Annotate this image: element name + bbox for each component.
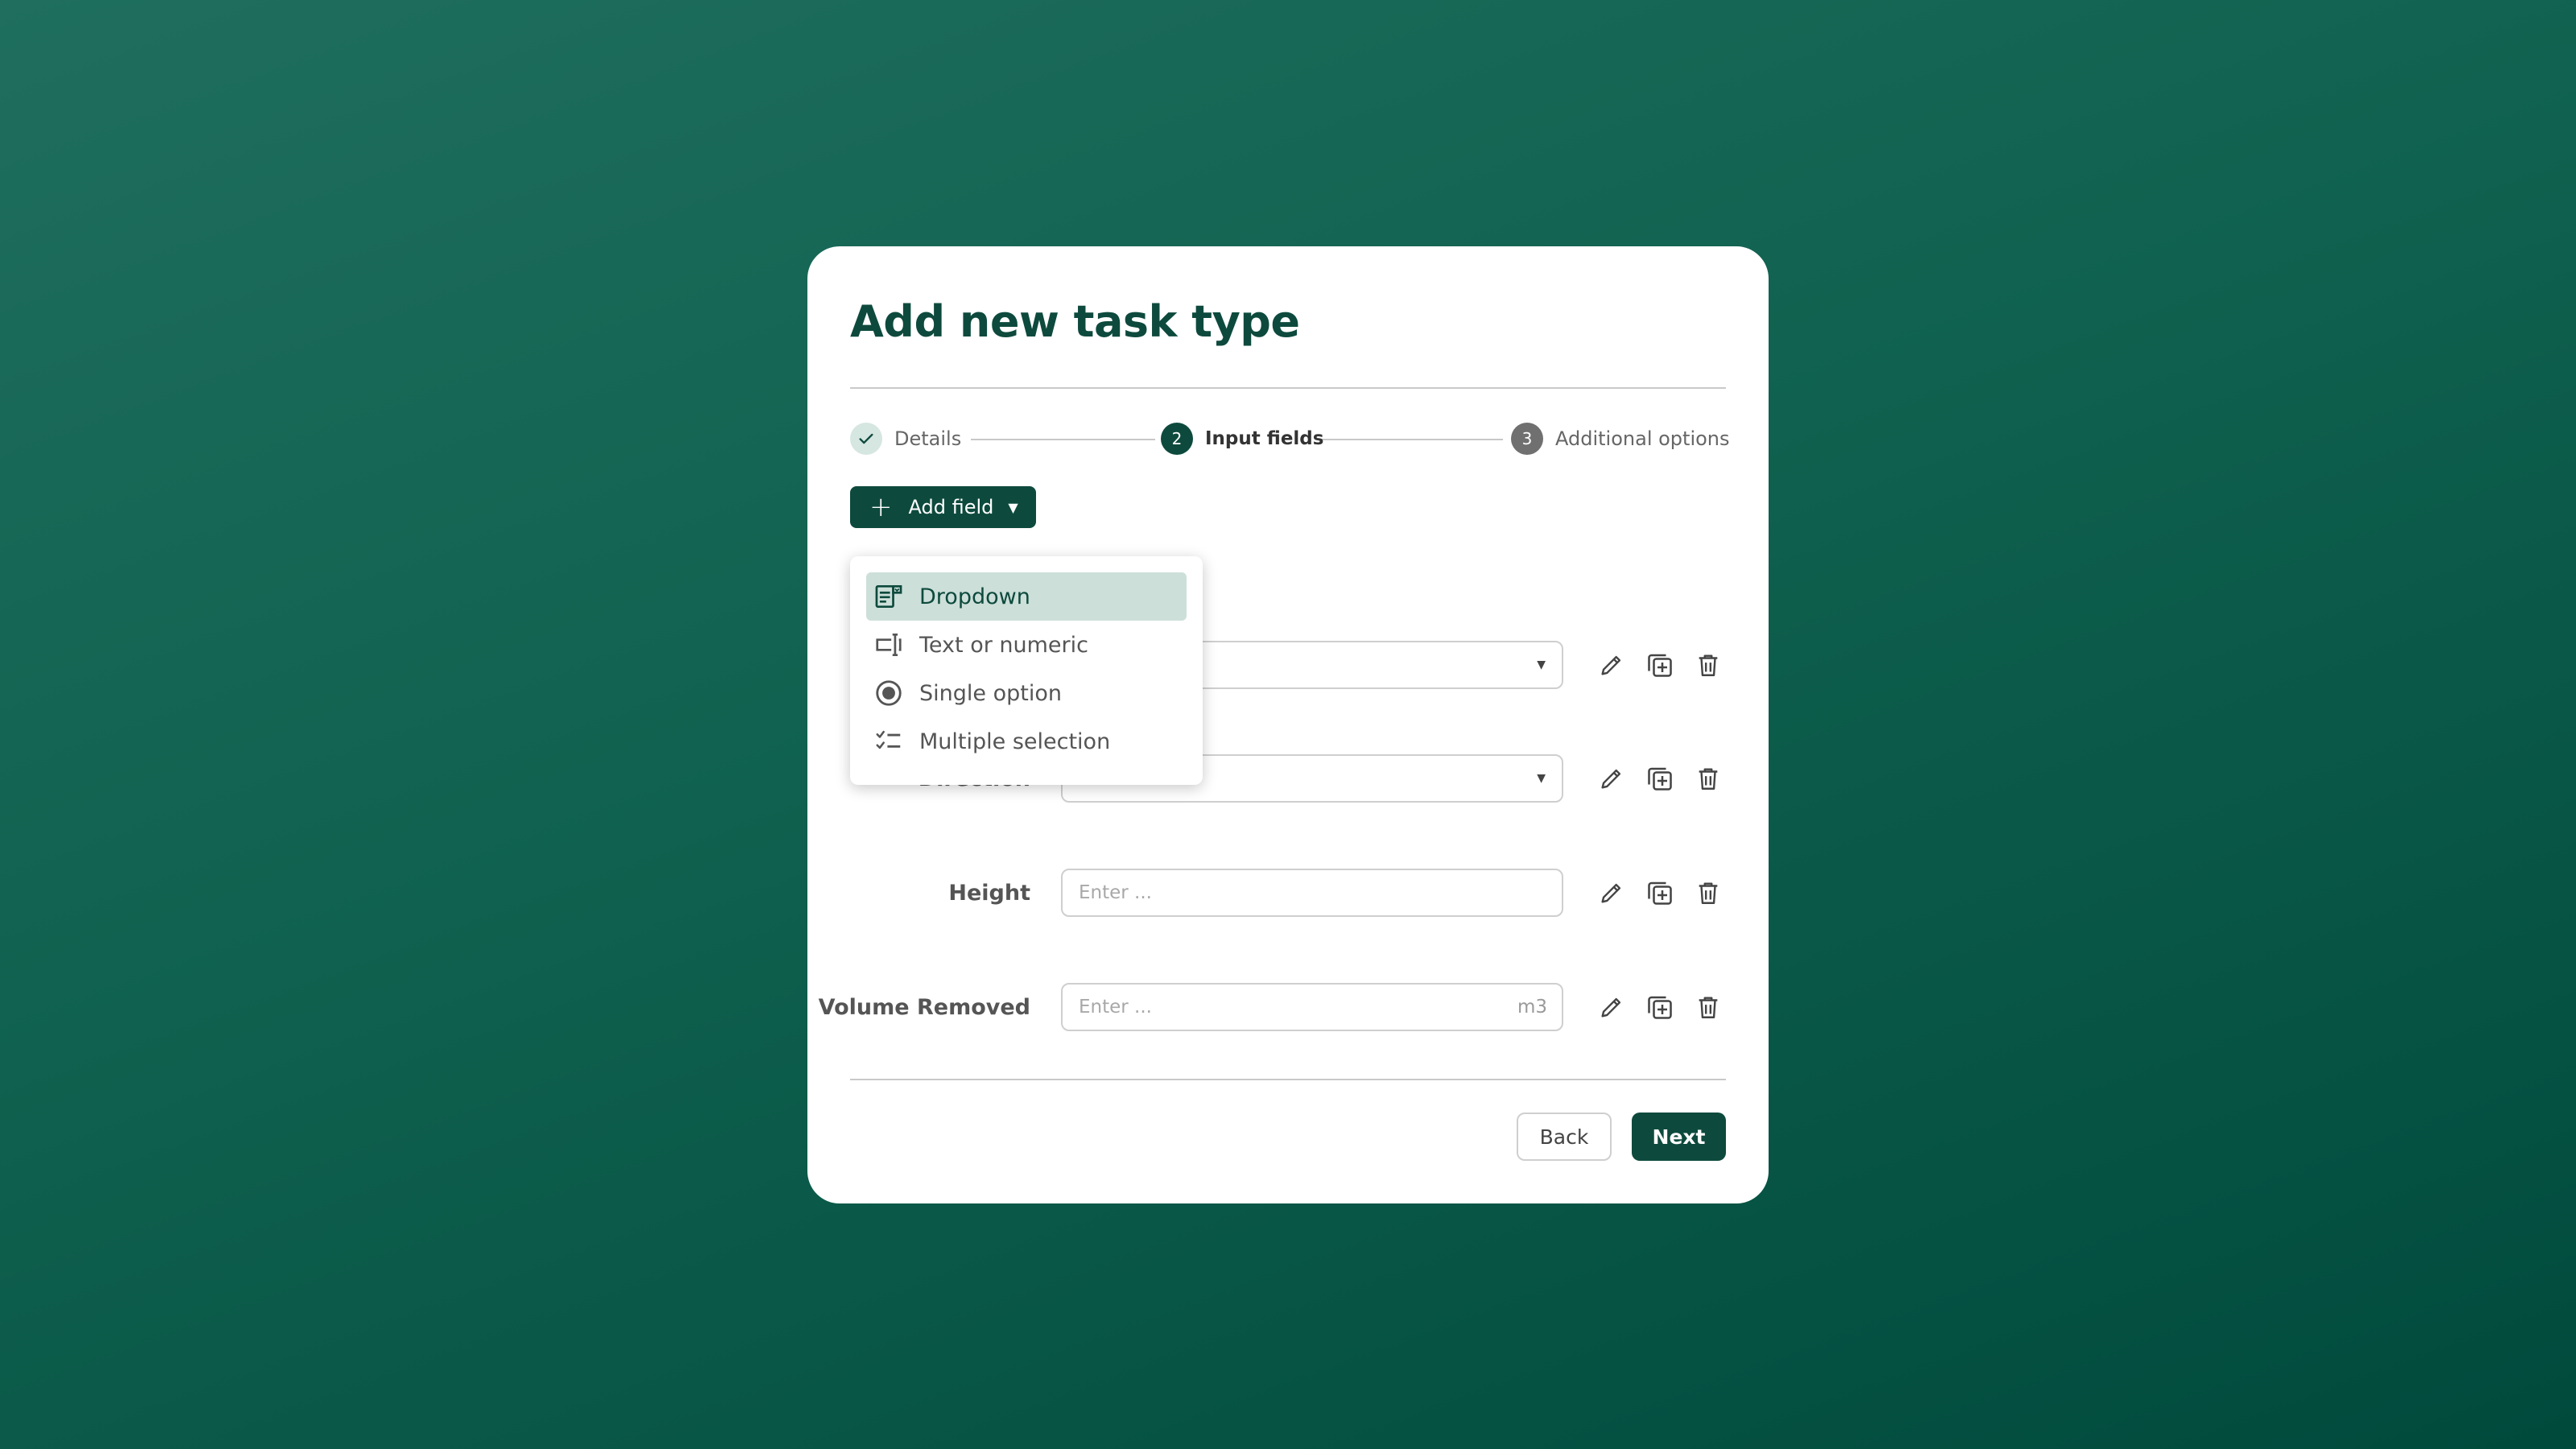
edit-icon[interactable] [1596,991,1628,1023]
stepper-connector [971,439,1155,440]
step-label: Details [894,427,962,450]
step-details[interactable]: Details [850,421,961,456]
menu-item-label: Text or numeric [919,632,1088,658]
menu-item-text-or-numeric[interactable]: Text or numeric [866,621,1187,669]
menu-item-label: Multiple selection [919,729,1111,754]
dropdown-field-icon [873,580,905,613]
delete-icon[interactable] [1692,649,1724,681]
checklist-icon [873,725,905,758]
edit-icon[interactable] [1596,877,1628,909]
plus-icon: + [869,491,893,523]
add-task-type-modal: Add new task type Details 2 Input fields… [807,246,1769,1203]
text-field-icon [873,629,905,661]
delete-icon[interactable] [1692,877,1724,909]
edit-icon[interactable] [1596,649,1628,681]
field-actions [1596,991,1724,1023]
back-button[interactable]: Back [1517,1113,1612,1161]
delete-icon[interactable] [1692,762,1724,795]
radio-icon [873,677,905,709]
stepper: Details 2 Input fields 3 Additional opti… [850,421,1730,456]
step-additional-options[interactable]: 3 Additional options [1511,421,1730,456]
duplicate-icon[interactable] [1644,762,1676,795]
duplicate-icon[interactable] [1644,991,1676,1023]
field-actions [1596,877,1724,909]
step-number: 2 [1161,423,1193,455]
stepper-connector [1319,439,1503,440]
menu-item-label: Single option [919,680,1062,706]
field-actions [1596,649,1724,681]
field-row: Volume Removed Enter ... m3 [819,983,1726,1031]
field-text-input[interactable]: Enter ... m3 [1061,983,1563,1031]
menu-item-single-option[interactable]: Single option [866,669,1187,717]
field-unit: m3 [1517,997,1547,1018]
step-input-fields[interactable]: 2 Input fields [1161,421,1323,456]
modal-title: Add new task type [850,296,1300,347]
footer-divider [850,1079,1726,1080]
step-label: Additional options [1555,427,1730,450]
add-field-label: Add field [908,496,994,518]
next-button[interactable]: Next [1632,1113,1726,1161]
header-divider [850,387,1726,389]
caret-down-icon: ▼ [1537,772,1546,785]
step-label: Input fields [1205,428,1324,449]
field-label: Volume Removed [818,994,1030,1020]
add-field-button[interactable]: + Add field ▼ [850,486,1036,528]
caret-down-icon: ▼ [1008,499,1018,515]
field-placeholder: Enter ... [1079,997,1152,1018]
edit-icon[interactable] [1596,762,1628,795]
field-label: Height [948,880,1030,906]
menu-item-dropdown[interactable]: Dropdown [866,572,1187,621]
duplicate-icon[interactable] [1644,877,1676,909]
field-placeholder: Enter ... [1079,882,1152,903]
delete-icon[interactable] [1692,991,1724,1023]
add-field-menu: Dropdown Text or numeric Single option M… [850,556,1203,785]
step-number: 3 [1511,423,1543,455]
caret-down-icon: ▼ [1537,658,1546,671]
menu-item-multiple-selection[interactable]: Multiple selection [866,717,1187,766]
check-icon [850,423,882,455]
duplicate-icon[interactable] [1644,649,1676,681]
field-row: Height Enter ... [850,869,1726,917]
field-actions [1596,762,1724,795]
field-text-input[interactable]: Enter ... [1061,869,1563,917]
menu-item-label: Dropdown [919,584,1030,609]
